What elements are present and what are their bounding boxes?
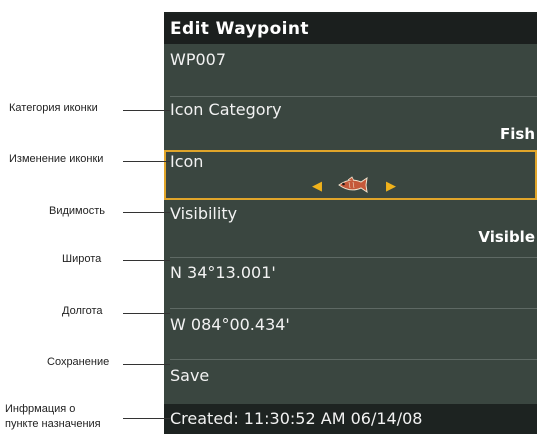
callout-icon-category: Категория иконки <box>9 102 98 114</box>
icon-category-field[interactable]: Icon Category Fish <box>164 98 537 150</box>
visibility-label: Visibility <box>170 204 238 223</box>
save-button[interactable]: Save <box>164 360 537 404</box>
callout-visibility: Видимость <box>49 205 105 217</box>
waypoint-name-value: WP007 <box>170 50 227 69</box>
icon-category-value: Fish <box>500 125 535 143</box>
callout-line <box>123 161 170 162</box>
callout-info-line1: Инфрмация о <box>5 403 76 415</box>
longitude-value: W 084°00.434' <box>170 315 290 334</box>
callout-line <box>123 212 170 213</box>
save-label: Save <box>170 366 210 385</box>
callout-save: Сохранение <box>47 356 110 368</box>
longitude-field[interactable]: W 084°00.434' <box>164 309 537 359</box>
callout-latitude: Широта <box>62 253 102 265</box>
created-timestamp: Created: 11:30:52 AM 06/14/08 <box>170 409 423 428</box>
callout-line <box>123 364 170 365</box>
screen-title: Edit Waypoint <box>164 14 537 44</box>
waypoint-name-field[interactable]: WP007 <box>164 48 537 96</box>
icon-label: Icon <box>170 152 204 171</box>
latitude-value: N 34°13.001' <box>170 263 276 282</box>
callout-line <box>123 313 170 314</box>
arrow-left-icon[interactable]: ◀ <box>312 180 322 193</box>
divider <box>170 96 537 97</box>
callout-longitude: Долгота <box>62 305 103 317</box>
visibility-value: Visible <box>478 228 535 246</box>
visibility-field[interactable]: Visibility Visible <box>164 202 537 257</box>
fish-icon <box>338 176 368 194</box>
icon-category-label: Icon Category <box>170 100 282 119</box>
callout-info-line2: пункте назначения <box>5 418 101 430</box>
callout-line <box>123 418 170 419</box>
edit-waypoint-screen: Edit Waypoint WP007 Icon Category Fish I… <box>164 12 537 434</box>
arrow-right-icon[interactable]: ▶ <box>386 180 396 193</box>
callout-line <box>123 110 170 111</box>
callout-icon-change: Изменение иконки <box>9 153 104 165</box>
waypoint-info-bar: Created: 11:30:52 AM 06/14/08 <box>164 404 537 434</box>
latitude-field[interactable]: N 34°13.001' <box>164 258 537 308</box>
callout-line <box>123 260 170 261</box>
